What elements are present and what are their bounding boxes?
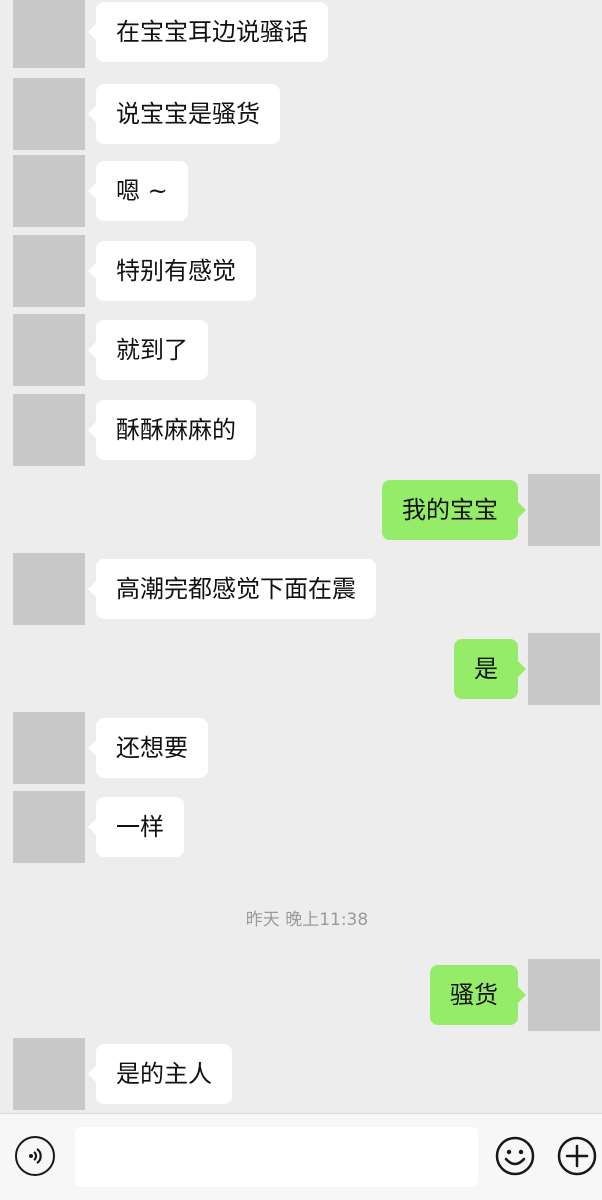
avatar[interactable] — [13, 0, 85, 68]
message-bubble[interactable]: 还想要 — [88, 718, 208, 778]
avatar[interactable] — [13, 314, 85, 386]
message-bubble[interactable]: 高潮完都感觉下面在震 — [88, 559, 376, 619]
avatar[interactable] — [13, 78, 85, 150]
message-input[interactable] — [75, 1127, 478, 1187]
message-bubble[interactable]: 就到了 — [88, 320, 208, 380]
message-bubble[interactable]: 我的宝宝 — [382, 480, 526, 540]
voice-button[interactable] — [15, 1136, 55, 1176]
message-bubble[interactable]: 一样 — [88, 797, 184, 857]
message-bubble[interactable]: 特别有感觉 — [88, 241, 256, 301]
avatar[interactable] — [528, 474, 600, 546]
plus-icon — [557, 1136, 597, 1176]
emoji-button[interactable] — [495, 1136, 535, 1176]
avatar[interactable] — [13, 553, 85, 625]
emoji-icon — [495, 1136, 535, 1176]
message-bubble[interactable]: 说宝宝是骚货 — [88, 84, 280, 144]
message-bubble[interactable]: 在宝宝耳边说骚话 — [88, 2, 328, 62]
timestamp: 昨天 晚上11:38 — [245, 910, 369, 930]
avatar[interactable] — [13, 155, 85, 227]
message-bubble[interactable]: 是的主人 — [88, 1044, 232, 1104]
input-bar — [0, 1113, 602, 1200]
chat-area[interactable]: 在宝宝耳边说骚话 说宝宝是骚货 嗯 ~ 特别有感觉 就到了 酥酥麻麻的 我的宝宝… — [0, 0, 602, 1113]
message-bubble[interactable]: 嗯 ~ — [88, 161, 188, 221]
voice-icon — [29, 1148, 42, 1164]
avatar[interactable] — [13, 791, 85, 863]
avatar[interactable] — [528, 959, 600, 1031]
plus-button[interactable] — [557, 1136, 597, 1176]
avatar[interactable] — [528, 633, 600, 705]
avatar[interactable] — [13, 394, 85, 466]
avatar[interactable] — [13, 1038, 85, 1110]
message-bubble[interactable]: 酥酥麻麻的 — [88, 400, 256, 460]
avatar[interactable] — [13, 235, 85, 307]
message-bubble[interactable]: 是 — [454, 639, 526, 699]
message-bubble[interactable]: 骚货 — [430, 965, 526, 1025]
avatar[interactable] — [13, 712, 85, 784]
